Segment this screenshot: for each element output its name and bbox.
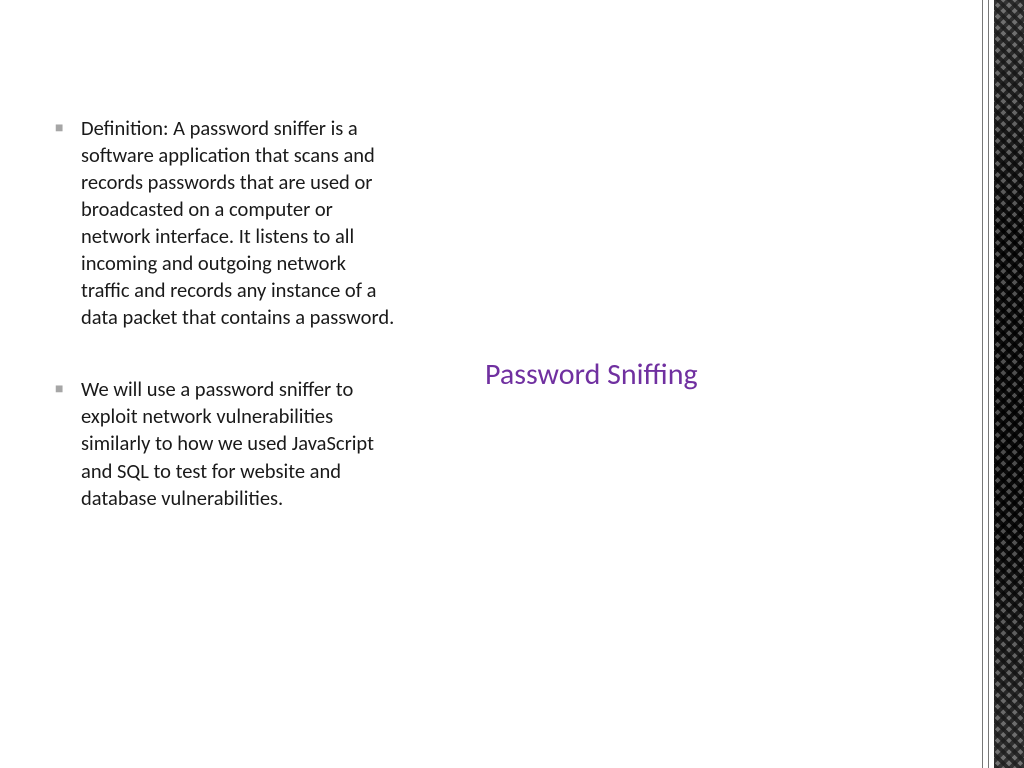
- bullet-list: ■ Definition: A password sniffer is a so…: [55, 115, 395, 557]
- slide: ■ Definition: A password sniffer is a so…: [0, 0, 1024, 768]
- list-item: ■ We will use a password sniffer to expl…: [55, 376, 395, 511]
- list-item: ■ Definition: A password sniffer is a so…: [55, 115, 395, 331]
- divider-line: [988, 0, 989, 768]
- bullet-marker-icon: ■: [55, 383, 67, 395]
- bullet-marker-icon: ■: [55, 122, 67, 134]
- bullet-text: Definition: A password sniffer is a soft…: [81, 115, 395, 331]
- slide-right-decoration: [982, 0, 1024, 768]
- bullet-text: We will use a password sniffer to exploi…: [81, 376, 395, 511]
- divider-line: [982, 0, 983, 768]
- slide-title: Password Sniffing: [485, 356, 698, 393]
- pattern-strip: [994, 0, 1024, 768]
